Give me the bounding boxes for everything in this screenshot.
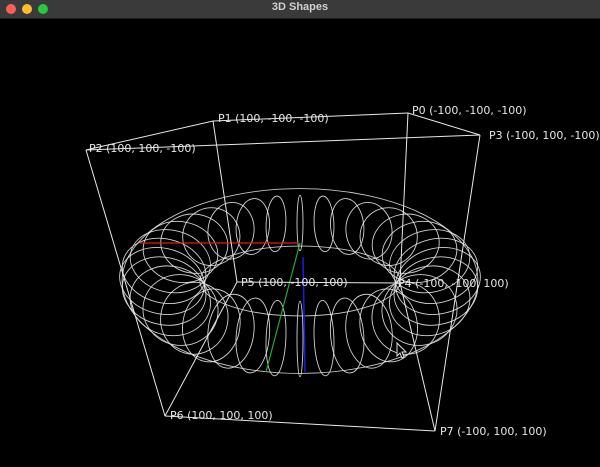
torus-tube-ring	[265, 195, 287, 253]
vertex-label-p2: P2 (100, 100, -100)	[89, 142, 196, 155]
torus-tube-ring	[313, 195, 335, 253]
torus-tube-ring	[160, 281, 229, 355]
torus-tube-ring	[129, 229, 211, 294]
vertex-label-p4: P4 (-100, -100, 100)	[398, 277, 509, 290]
torus-tube-ring	[296, 194, 304, 252]
cube-edge	[85, 149, 166, 417]
torus-tube-ring	[142, 220, 219, 284]
vertex-label-p3: P3 (-100, 100, -100)	[489, 129, 600, 142]
torus-tube-ring	[296, 300, 304, 378]
torus-tube-ring	[207, 293, 255, 369]
title-bar[interactable]: 3D Shapes	[0, 0, 600, 19]
app-window: 3D Shapes P0 (-100, -100, -100) P1 (100, …	[0, 0, 600, 467]
torus-tube-ring	[142, 274, 219, 346]
wireframe-canvas[interactable]: P0 (-100, -100, -100) P1 (100, -100, -100…	[0, 19, 600, 467]
torus-tube-ring	[345, 293, 393, 369]
torus-tube-ring	[207, 202, 255, 260]
vertex-labels: P0 (-100, -100, -100) P1 (100, -100, -100…	[89, 104, 600, 438]
vertex-label-p1: P1 (100, -100, -100)	[218, 112, 329, 125]
window-title: 3D Shapes	[271, 1, 329, 13]
torus-tube-ring	[345, 202, 393, 260]
torus-tube-ring	[313, 299, 335, 377]
vertex-label-p6: P6 (100, 100, 100)	[170, 409, 273, 422]
torus-tube-ring	[121, 256, 207, 326]
vertex-label-p5: P5 (100, -100, 100)	[241, 276, 348, 289]
vertex-label-p7: P7 (-100, 100, 100)	[440, 425, 547, 438]
vertex-label-p0: P0 (-100, -100, -100)	[412, 104, 527, 117]
3d-viewport[interactable]: P0 (-100, -100, -100) P1 (100, -100, -100…	[0, 19, 600, 467]
axes	[140, 242, 306, 373]
z-axis-line	[302, 256, 306, 373]
